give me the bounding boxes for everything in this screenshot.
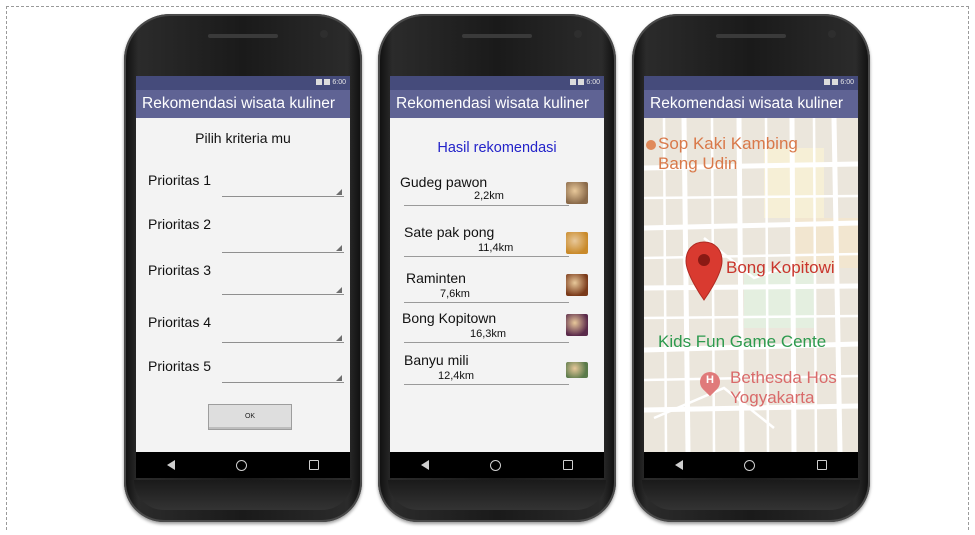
result-thumbnail	[566, 182, 588, 204]
battery-icon	[578, 79, 585, 86]
phone-1: 6:00 Rekomendasi wisata kuliner Pilih kr…	[124, 14, 362, 522]
poi-sop-kaki-kambing[interactable]: Sop Kaki Kambing Bang Udin	[658, 134, 798, 174]
wifi-icon	[570, 79, 577, 86]
status-bar: 6:00	[136, 76, 350, 90]
front-camera	[320, 30, 328, 38]
phone-chin	[134, 480, 352, 510]
back-icon[interactable]	[166, 460, 175, 470]
phone-chin	[642, 480, 860, 510]
result-thumbnail	[566, 314, 588, 336]
battery-icon	[832, 79, 839, 86]
result-thumbnail	[566, 274, 588, 296]
recents-icon[interactable]	[817, 460, 828, 470]
earpiece	[462, 34, 532, 38]
back-icon[interactable]	[674, 460, 683, 470]
dropdown-arrow-icon	[336, 375, 342, 381]
result-distance: 16,3km	[470, 328, 507, 340]
map-marker-icon[interactable]	[684, 240, 724, 302]
status-time: 6:00	[840, 79, 854, 86]
poi-bong-kopitown[interactable]: Bong Kopitowi	[726, 258, 835, 278]
result-name: Bong Kopitown	[402, 310, 497, 326]
phone-3: 6:00 Rekomendasi wisata kuliner Sop Kaki…	[632, 14, 870, 522]
result-item[interactable]: Sate pak pong 11,4km	[390, 218, 604, 258]
result-thumbnail	[566, 232, 588, 254]
result-distance: 2,2km	[474, 190, 504, 202]
android-nav-bar	[136, 452, 350, 478]
result-name: Banyu mili	[404, 352, 469, 368]
status-time: 6:00	[332, 79, 346, 86]
earpiece	[208, 34, 278, 38]
poi-name-line2: Bang Udin	[658, 154, 738, 173]
result-item[interactable]: Banyu mili 12,4km	[390, 348, 604, 388]
android-nav-bar	[390, 452, 604, 478]
results-heading: Hasil rekomendasi	[437, 140, 557, 156]
result-thumbnail	[566, 362, 588, 378]
screen-results: 6:00 Rekomendasi wisata kuliner Hasil re…	[390, 76, 604, 478]
home-icon[interactable]	[490, 459, 502, 471]
result-divider	[404, 342, 569, 343]
app-title: Rekomendasi wisata kuliner	[390, 90, 604, 118]
wifi-icon	[316, 79, 323, 86]
map-view[interactable]: Sop Kaki Kambing Bang Udin Bong Kopitowi…	[644, 118, 858, 452]
poi-name-line1: Sop Kaki Kambing	[658, 134, 798, 153]
result-distance: 12,4km	[438, 370, 475, 382]
dropdown-arrow-icon	[336, 245, 342, 251]
back-icon[interactable]	[420, 460, 429, 470]
app-title: Rekomendasi wisata kuliner	[644, 90, 858, 118]
front-camera	[574, 30, 582, 38]
app-title: Rekomendasi wisata kuliner	[136, 90, 350, 118]
android-nav-bar	[644, 452, 858, 478]
result-divider	[404, 302, 569, 303]
result-item[interactable]: Raminten 7,6km	[390, 264, 604, 304]
home-icon[interactable]	[744, 459, 756, 471]
battery-icon	[324, 79, 331, 86]
recents-icon[interactable]	[309, 460, 320, 470]
dropdown-arrow-icon	[336, 287, 342, 293]
phone-2: 6:00 Rekomendasi wisata kuliner Hasil re…	[378, 14, 616, 522]
priority-dropdown-5[interactable]	[222, 370, 344, 383]
result-distance: 7,6km	[440, 288, 470, 300]
result-item[interactable]: Gudeg pawon 2,2km	[390, 168, 604, 208]
dropdown-arrow-icon	[336, 335, 342, 341]
poi-name-line1: Bethesda Hos	[730, 368, 837, 387]
result-divider	[404, 205, 569, 206]
poi-name-line2: Yogyakarta	[730, 388, 815, 407]
screen-map: 6:00 Rekomendasi wisata kuliner Sop Kaki…	[644, 76, 858, 478]
poi-kids-fun-game-center[interactable]: Kids Fun Game Cente	[658, 332, 826, 352]
poi-dot-icon	[646, 140, 656, 150]
result-item[interactable]: Bong Kopitown 16,3km	[390, 306, 604, 346]
phone-chin	[388, 480, 606, 510]
priority-label-4: Prioritas 4	[148, 314, 212, 330]
hospital-glyph: H	[706, 374, 714, 386]
priority-dropdown-4[interactable]	[222, 330, 344, 343]
front-camera	[828, 30, 836, 38]
priority-dropdown-1[interactable]	[222, 184, 344, 197]
result-distance: 11,4km	[478, 242, 514, 254]
result-name: Gudeg pawon	[400, 174, 488, 190]
result-name: Sate pak pong	[404, 224, 495, 240]
screen-criteria: 6:00 Rekomendasi wisata kuliner Pilih kr…	[136, 76, 350, 478]
poi-bethesda-hospital[interactable]: Bethesda Hos Yogyakarta	[730, 368, 837, 408]
criteria-heading: Pilih kriteria mu	[195, 130, 291, 146]
earpiece	[716, 34, 786, 38]
recents-icon[interactable]	[563, 460, 574, 470]
status-time: 6:00	[586, 79, 600, 86]
home-icon[interactable]	[236, 459, 248, 471]
priority-dropdown-2[interactable]	[222, 240, 344, 253]
result-name: Raminten	[406, 270, 466, 286]
status-bar: 6:00	[390, 76, 604, 90]
result-divider	[404, 256, 569, 257]
priority-label-2: Prioritas 2	[148, 216, 212, 232]
priority-dropdown-3[interactable]	[222, 282, 344, 295]
wifi-icon	[824, 79, 831, 86]
result-divider	[404, 384, 569, 385]
status-bar: 6:00	[644, 76, 858, 90]
priority-label-5: Prioritas 5	[148, 358, 212, 374]
priority-label-1: Prioritas 1	[148, 172, 212, 188]
ok-button[interactable]: OK	[208, 404, 292, 430]
dropdown-arrow-icon	[336, 189, 342, 195]
priority-label-3: Prioritas 3	[148, 262, 212, 278]
